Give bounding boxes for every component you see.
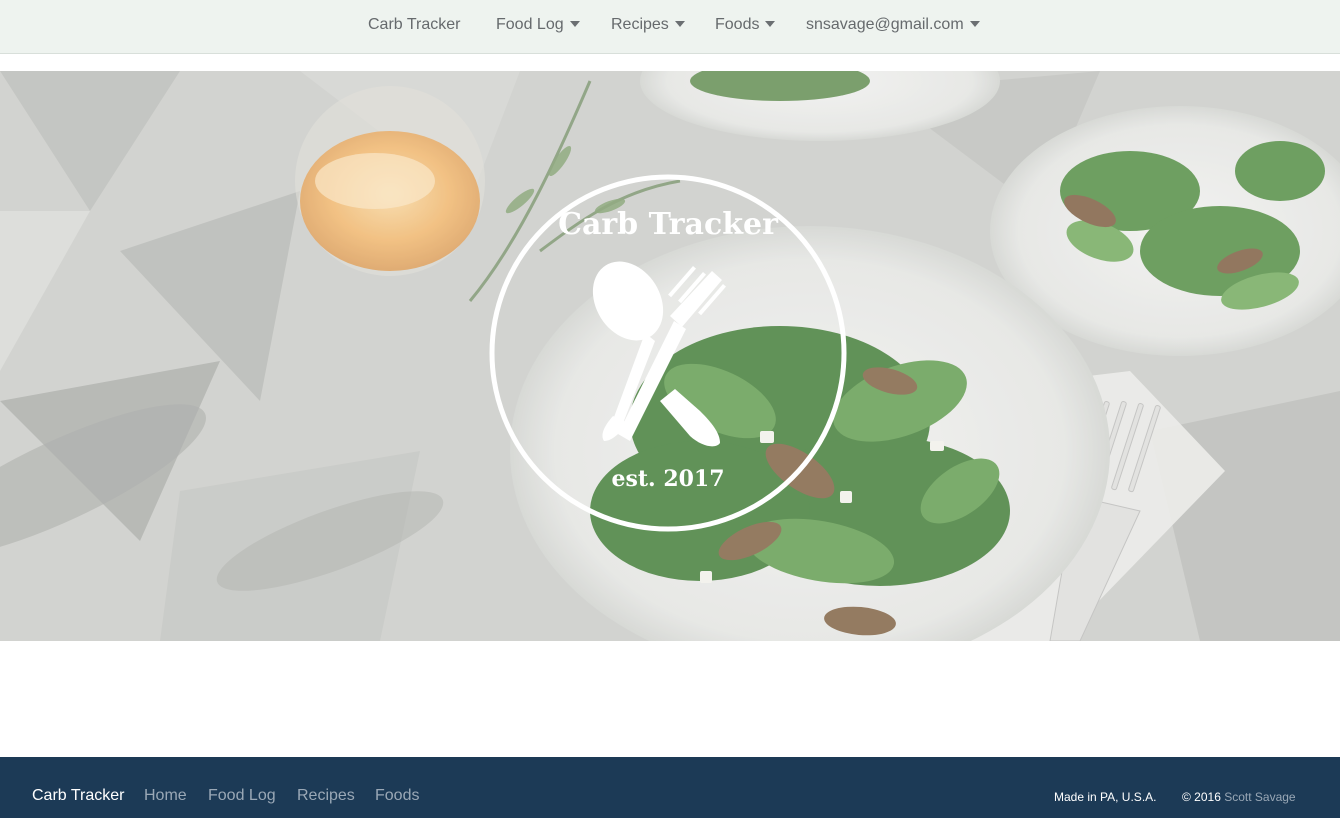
nav-food-log-label: Food Log: [496, 16, 564, 33]
hero-food-photo: Carb Tracker est. 2017: [0, 71, 1340, 641]
footer-made-in: Made in PA, U.S.A.: [1054, 790, 1157, 804]
hero-banner: Carb Tracker est. 2017: [0, 71, 1340, 641]
nav-brand-label: Carb Tracker: [368, 16, 461, 33]
caret-down-icon: [969, 20, 980, 27]
footer: Carb Tracker Home Food Log Recipes Foods…: [0, 757, 1340, 818]
footer-link-recipes[interactable]: Recipes: [297, 787, 355, 805]
caret-down-icon: [765, 20, 776, 27]
top-navbar: Carb Tracker Food Log Recipes Foods snsa…: [0, 0, 1340, 54]
copyright-text: © 2016: [1182, 790, 1221, 804]
nav-brand-link[interactable]: Carb Tracker: [368, 0, 460, 50]
nav-user-dropdown[interactable]: snsavage@gmail.com: [806, 0, 980, 50]
logo-est: est. 2017: [611, 466, 724, 492]
logo-title: Carb Tracker: [558, 207, 779, 242]
caret-down-icon: [674, 20, 685, 27]
nav-user-email: snsavage@gmail.com: [806, 16, 964, 33]
footer-link-food-log[interactable]: Food Log: [208, 787, 276, 805]
footer-author-link[interactable]: Scott Savage: [1224, 790, 1295, 804]
nav-foods-dropdown[interactable]: Foods: [715, 0, 776, 50]
nav-foods-label: Foods: [715, 16, 760, 33]
nav-food-log-dropdown[interactable]: Food Log: [496, 0, 580, 50]
nav-recipes-dropdown[interactable]: Recipes: [611, 0, 685, 50]
footer-link-home[interactable]: Home: [144, 787, 187, 805]
footer-brand[interactable]: Carb Tracker: [32, 787, 124, 805]
footer-link-foods[interactable]: Foods: [375, 787, 419, 805]
caret-down-icon: [569, 20, 580, 27]
footer-copyright: © 2016 Scott Savage: [1182, 790, 1296, 804]
nav-recipes-label: Recipes: [611, 16, 669, 33]
